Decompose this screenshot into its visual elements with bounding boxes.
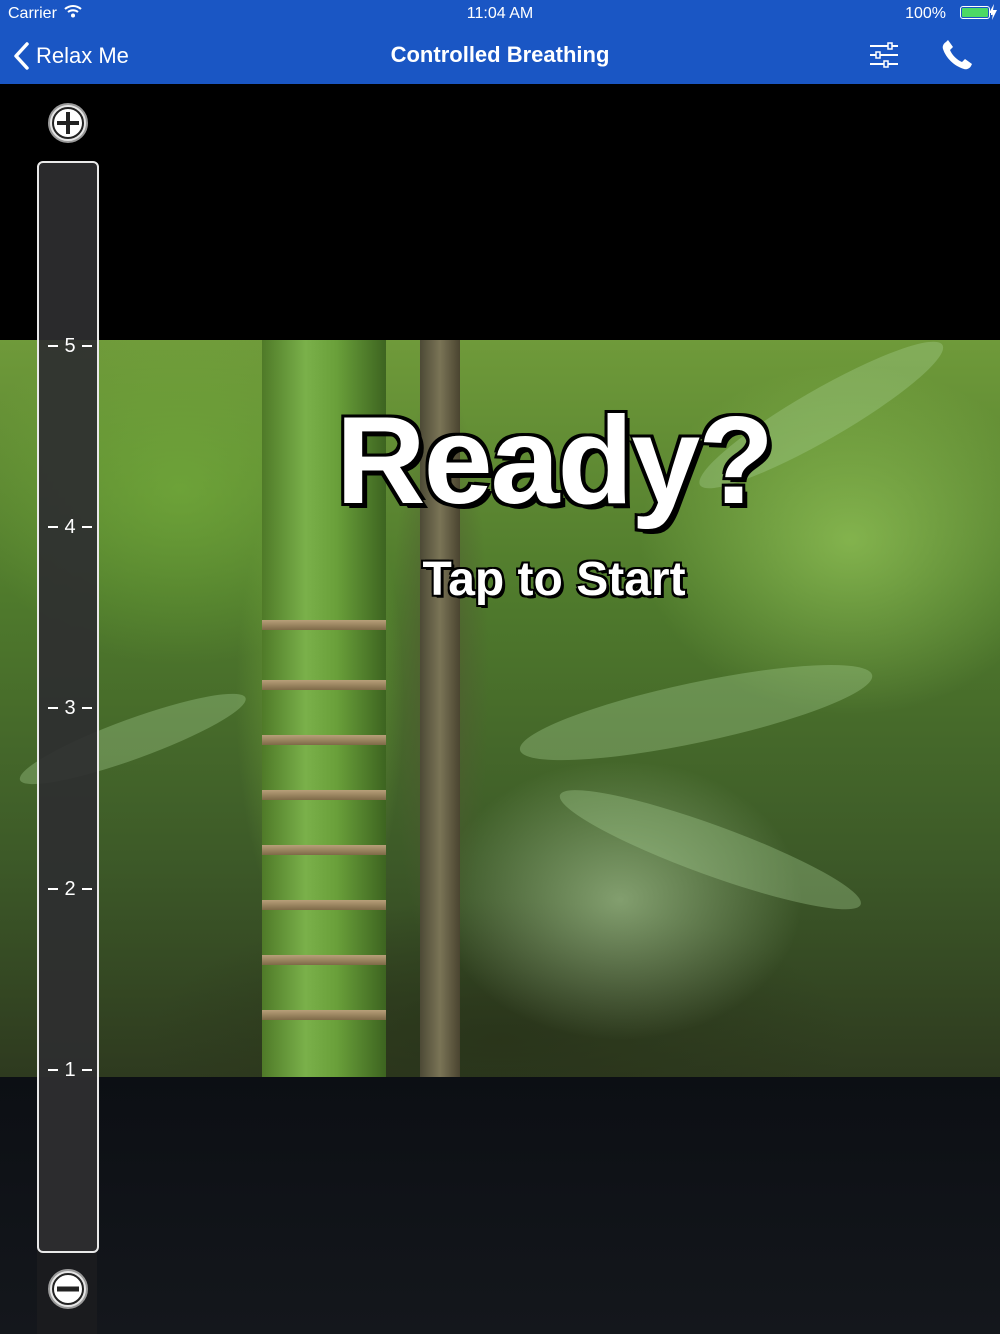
- back-button-label: Relax Me: [36, 43, 129, 68]
- palm-frond: [687, 340, 955, 507]
- breathing-level-slider[interactable]: 5 4 3 2 1: [37, 161, 99, 1253]
- charging-icon: [989, 4, 997, 20]
- chevron-left-icon: [14, 42, 29, 70]
- top-bar: Carrier 11:04 AM 100% Relax Me Controlle…: [0, 0, 1000, 84]
- slider-tick: 3: [39, 696, 101, 720]
- tree-trunk: [262, 340, 386, 1077]
- battery-percent: 100%: [905, 5, 946, 22]
- tree-trunk: [420, 340, 460, 1077]
- plus-circle-icon[interactable]: [47, 102, 89, 144]
- palm-frond: [551, 771, 870, 928]
- start-area[interactable]: [0, 340, 1000, 1077]
- page-title: Controlled Breathing: [390, 42, 610, 67]
- settings-button[interactable]: [864, 38, 904, 74]
- minus-circle-icon[interactable]: [47, 1268, 89, 1310]
- status-bar: Carrier 11:04 AM 100%: [0, 0, 1000, 28]
- palm-frond: [513, 645, 879, 780]
- navigation-bar: Relax Me Controlled Breathing: [0, 28, 1000, 84]
- battery-icon: [960, 6, 993, 19]
- back-button[interactable]: Relax Me: [12, 38, 129, 74]
- slider-tick: 4: [39, 515, 101, 539]
- sliders-icon: [870, 42, 898, 68]
- slider-tick: 5: [39, 334, 101, 358]
- slider-tick: 1: [39, 1058, 101, 1082]
- status-time: 11:04 AM: [466, 5, 534, 22]
- call-button[interactable]: [938, 38, 978, 74]
- slider-tick: 2: [39, 877, 101, 901]
- phone-icon: [942, 40, 972, 70]
- bottom-area: [0, 1077, 1000, 1334]
